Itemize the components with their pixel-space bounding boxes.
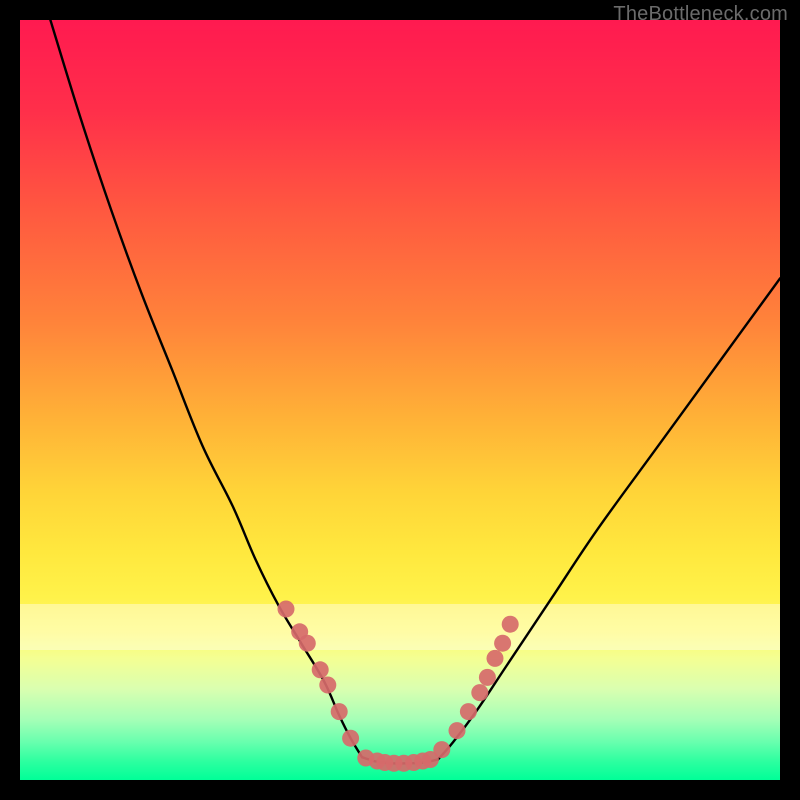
series-left-curve — [50, 20, 362, 757]
plot-area — [20, 20, 780, 780]
marker-left-dots-5 — [331, 703, 348, 720]
chart-stage: TheBottleneck.com — [0, 0, 800, 800]
curves-svg — [20, 20, 780, 780]
marker-right-dots-0 — [433, 741, 450, 758]
marker-left-dots-6 — [342, 730, 359, 747]
marker-left-dots-4 — [319, 677, 336, 694]
marker-right-dots-1 — [449, 722, 466, 739]
marker-left-dots-3 — [312, 661, 329, 678]
marker-right-dots-7 — [502, 616, 519, 633]
marker-right-dots-2 — [460, 703, 477, 720]
marker-left-dots-2 — [299, 635, 316, 652]
marker-right-dots-4 — [479, 669, 496, 686]
marker-right-dots-5 — [487, 650, 504, 667]
marker-right-dots-6 — [494, 635, 511, 652]
marker-right-dots-3 — [471, 684, 488, 701]
marker-left-dots-0 — [278, 601, 295, 618]
series-right-curve — [438, 278, 780, 759]
watermark-label: TheBottleneck.com — [613, 3, 788, 26]
